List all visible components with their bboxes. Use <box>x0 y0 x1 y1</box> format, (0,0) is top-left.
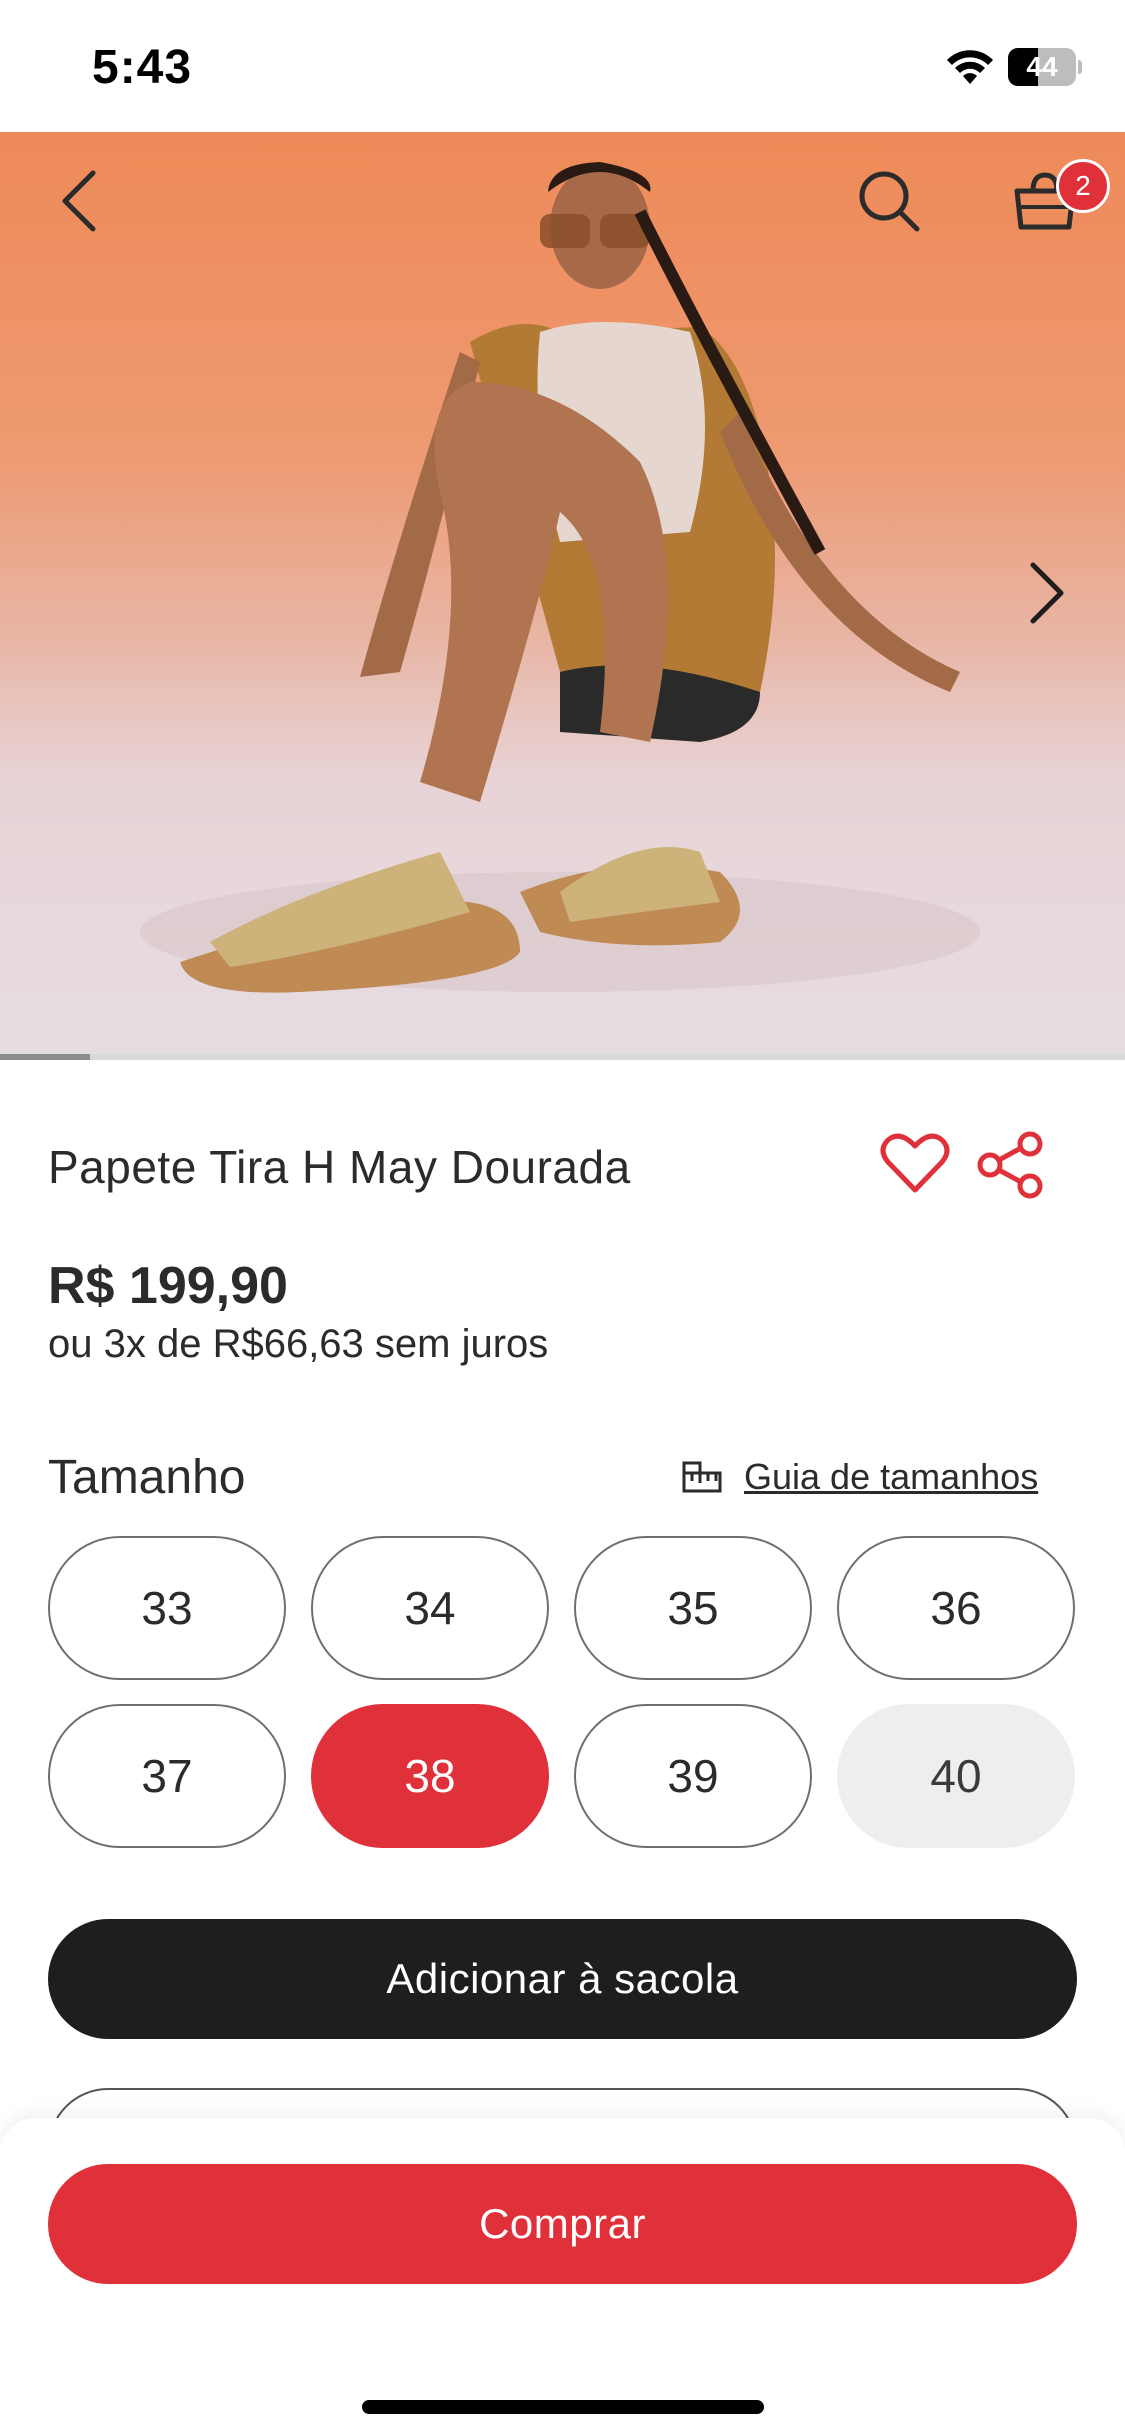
carousel-progress <box>0 1054 1125 1060</box>
product-price: R$ 199,90 <box>48 1257 288 1315</box>
heart-icon <box>880 1133 950 1193</box>
product-title: Papete Tira H May Dourada <box>48 1141 631 1193</box>
buy-button[interactable]: Comprar <box>48 2164 1077 2284</box>
size-option[interactable]: 36 <box>837 1536 1075 1680</box>
bottom-action-bar: Comprar <box>0 2118 1125 2436</box>
bag-count-badge: 2 <box>1056 159 1110 213</box>
search-button[interactable] <box>844 156 934 246</box>
share-button[interactable] <box>976 1130 1046 1200</box>
ruler-icon <box>682 1461 722 1493</box>
size-option[interactable]: 34 <box>311 1536 549 1680</box>
installments-text: ou 3x de R$66,63 sem juros <box>48 1322 549 1366</box>
size-option[interactable]: 37 <box>48 1704 286 1848</box>
size-option[interactable]: 33 <box>48 1536 286 1680</box>
size-option[interactable]: 35 <box>574 1536 812 1680</box>
favorite-button[interactable] <box>880 1130 950 1196</box>
search-icon <box>859 171 920 232</box>
wifi-icon <box>947 50 993 84</box>
home-indicator <box>362 2400 764 2414</box>
size-option[interactable]: 38 <box>311 1704 549 1848</box>
product-photo <box>140 162 980 993</box>
size-guide-label: Guia de tamanhos <box>744 1456 1039 1497</box>
size-option[interactable]: 39 <box>574 1704 812 1848</box>
battery-level: 44 <box>1026 51 1058 82</box>
size-label: Tamanho <box>48 1451 246 1504</box>
chevron-right-icon <box>1030 562 1064 624</box>
next-image-button[interactable] <box>1002 548 1092 638</box>
carousel-progress-fill <box>0 1054 90 1060</box>
status-time: 5:43 <box>92 41 193 94</box>
size-guide-link[interactable]: Guia de tamanhos <box>682 1456 1038 1498</box>
add-to-bag-button[interactable]: Adicionar à sacola <box>48 1919 1077 2039</box>
back-button[interactable] <box>34 156 124 246</box>
battery-icon: 44 <box>1008 48 1082 86</box>
share-icon <box>977 1131 1043 1199</box>
chevron-left-icon <box>62 170 96 232</box>
product-image[interactable] <box>0 132 1125 1058</box>
status-bar: 5:43 44 <box>0 0 1125 132</box>
size-option[interactable]: 40 <box>837 1704 1075 1848</box>
